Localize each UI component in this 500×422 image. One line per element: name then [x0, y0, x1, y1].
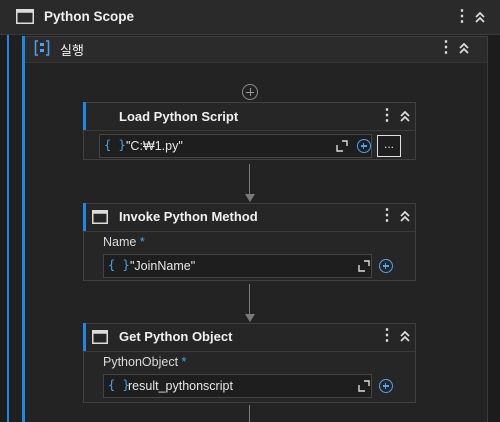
field-label-text: PythonObject	[103, 355, 179, 369]
sequence-collapse-icon[interactable]	[457, 40, 471, 56]
scope-accent-bar	[7, 35, 9, 422]
activity-more-icon[interactable]: ⋮	[379, 108, 395, 124]
add-variable-icon[interactable]	[357, 139, 371, 153]
window-icon	[16, 9, 34, 24]
python-scope-title: Python Scope	[44, 9, 135, 24]
sequence-title: 실행	[60, 43, 84, 58]
activity-accent-bar	[83, 203, 86, 231]
braces-icon: { }	[108, 258, 130, 272]
add-activity-icon[interactable]	[242, 84, 258, 100]
window-icon	[92, 330, 108, 344]
expand-editor-icon[interactable]	[358, 260, 370, 272]
connector-arrow-icon	[245, 314, 255, 322]
browse-button[interactable]: ...	[377, 135, 401, 157]
connector-line	[249, 284, 250, 314]
activity-collapse-icon[interactable]	[398, 208, 412, 224]
scope-right-gutter	[488, 35, 500, 422]
activity-title: Get Python Object	[119, 329, 233, 344]
activity-more-icon[interactable]: ⋮	[379, 328, 395, 344]
activity-collapse-icon[interactable]	[398, 108, 412, 124]
expand-editor-icon[interactable]	[358, 380, 370, 392]
field-label: PythonObject *	[103, 355, 186, 369]
required-marker: *	[139, 235, 145, 249]
expand-editor-icon[interactable]	[336, 140, 348, 152]
sequence-more-icon[interactable]: ⋮	[438, 40, 454, 56]
add-variable-icon[interactable]	[379, 259, 393, 273]
field-label: Name *	[103, 235, 145, 249]
scope-collapse-icon[interactable]	[473, 9, 487, 25]
sequence-icon	[34, 40, 50, 56]
method-name-value: "JoinName"	[130, 259, 196, 273]
activity-title: Load Python Script	[119, 109, 239, 124]
activity-collapse-icon[interactable]	[398, 328, 412, 344]
connector-line	[249, 164, 250, 194]
sequence-accent-bar	[22, 36, 25, 422]
braces-icon: { }	[108, 378, 130, 392]
sequence-header[interactable]	[22, 36, 488, 63]
connector-line	[249, 405, 250, 422]
window-icon	[92, 210, 108, 224]
activity-accent-bar	[83, 323, 86, 351]
connector-arrow-icon	[245, 194, 255, 202]
braces-icon: { }	[104, 138, 126, 152]
required-marker: *	[181, 355, 187, 369]
scope-left-gutter	[0, 35, 11, 422]
python-object-value: result_pythonscript	[128, 379, 233, 393]
activity-title: Invoke Python Method	[119, 209, 258, 224]
field-label-text: Name	[103, 235, 137, 249]
activity-more-icon[interactable]: ⋮	[379, 208, 395, 224]
scope-more-icon[interactable]: ⋮	[454, 9, 470, 25]
script-path-value: "C:₩1.py"	[126, 139, 183, 153]
add-variable-icon[interactable]	[379, 379, 393, 393]
activity-accent-bar	[83, 102, 86, 130]
